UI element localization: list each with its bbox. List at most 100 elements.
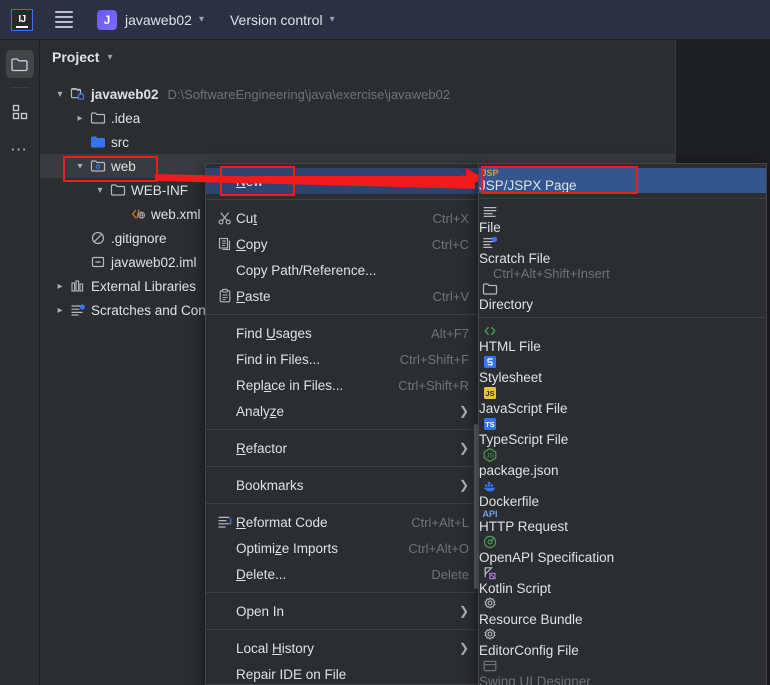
typescript-file-icon: TS <box>484 418 496 430</box>
left-tool-rail: ⋯ <box>0 40 40 685</box>
html-file-icon <box>484 326 496 336</box>
menu-item-scratch-file[interactable]: Scratch File Ctrl+Alt+Shift+Insert <box>479 235 766 281</box>
menu-item-copy-path-reference[interactable]: Copy Path/Reference... <box>206 257 479 283</box>
menu-item-package-json[interactable]: JS package.json <box>479 447 766 478</box>
chevron-down-icon[interactable] <box>52 89 68 100</box>
menu-item-new[interactable]: New ❯ <box>206 168 479 194</box>
menu-item-stylesheet[interactable]: Stylesheet <box>479 354 766 385</box>
openapi-icon <box>483 535 497 549</box>
chevron-right-icon: ❯ <box>458 174 469 188</box>
chevron-right-icon[interactable] <box>52 305 68 316</box>
chevron-down-icon[interactable] <box>72 161 88 172</box>
menu-separator <box>206 592 479 593</box>
cut-icon <box>214 210 236 226</box>
menu-item-shortcut: Ctrl+Shift+R <box>398 377 469 393</box>
version-control-menu[interactable]: Version control ▾ <box>230 12 335 28</box>
menu-item-kotlin-script[interactable]: Kotlin Script <box>479 565 766 596</box>
rail-divider <box>9 87 30 88</box>
module-folder-icon <box>70 88 85 100</box>
menu-item-editorconfig-file[interactable]: EditorConfig File <box>479 627 766 658</box>
menu-item-resource-bundle[interactable]: Resource Bundle <box>479 596 766 627</box>
source-folder-icon <box>91 136 105 148</box>
directory-icon <box>482 283 498 295</box>
sidebar-item-more[interactable]: ⋯ <box>6 136 34 164</box>
xml-file-icon <box>132 209 146 219</box>
menu-item-file[interactable]: File <box>479 204 766 235</box>
project-panel-header[interactable]: Project ▾ <box>40 40 675 74</box>
swing-ui-icon <box>479 658 501 674</box>
menu-item-swing-ui-designer: Swing UI Designer❯ <box>479 658 766 685</box>
package-json-icon: JS <box>483 447 497 463</box>
resource-bundle-icon <box>479 596 501 612</box>
tree-row-label: External Libraries <box>91 278 197 294</box>
tree-row-src[interactable]: src <box>40 130 675 154</box>
folder-icon <box>110 184 126 196</box>
menu-item-label: New <box>236 173 264 189</box>
jsp-file-icon: JSP <box>479 168 501 178</box>
menu-item-reformat-code[interactable]: Reformat Code Ctrl+Alt+L <box>206 509 479 535</box>
kotlin-script-icon <box>484 567 496 580</box>
menu-item-typescript-file[interactable]: TS TypeScript File <box>479 416 766 447</box>
menu-item-javascript-file[interactable]: JS JavaScript File <box>479 385 766 416</box>
structure-squares-icon <box>12 104 27 120</box>
hamburger-menu-icon[interactable] <box>55 8 73 31</box>
menu-item-paste[interactable]: Paste Ctrl+V <box>206 283 479 309</box>
intellij-idea-window: IJ J javaweb02 ▾ Version control ▾ ⋯ Pro… <box>0 0 770 685</box>
menu-item-open-in[interactable]: Open In ❯ <box>206 598 479 624</box>
menu-item-html-file[interactable]: HTML File <box>479 323 766 354</box>
menu-item-openapi-specification[interactable]: OpenAPI Specification <box>479 534 766 565</box>
menu-separator <box>479 198 766 199</box>
tree-row--idea[interactable]: .idea <box>40 106 675 130</box>
menu-item-shortcut: Ctrl+V <box>432 288 469 304</box>
menu-item-label: TypeScript File <box>479 432 569 447</box>
menu-item-label: Dockerfile <box>479 494 540 509</box>
sidebar-item-structure[interactable] <box>6 98 34 126</box>
menu-item-directory[interactable]: Directory <box>479 281 766 312</box>
menu-item-replace-in-files[interactable]: Replace in Files... Ctrl+Shift+R <box>206 372 479 398</box>
menu-item-dockerfile[interactable]: Dockerfile <box>479 478 766 509</box>
tree-row-javaweb02[interactable]: javaweb02 D:\SoftwareEngineering\java\exe… <box>40 82 675 106</box>
menu-item-find-usages[interactable]: Find Usages Alt+F7 <box>206 320 479 346</box>
tree-row-label: src <box>111 134 129 150</box>
openapi-icon <box>479 534 501 550</box>
copy-icon <box>214 236 236 252</box>
menu-item-copy[interactable]: Copy Ctrl+C <box>206 231 479 257</box>
menu-item-label: Open In <box>236 603 285 619</box>
intellij-idea-logo-icon[interactable]: IJ <box>11 8 33 31</box>
menu-separator <box>206 199 479 200</box>
menu-item-analyze[interactable]: Analyze ❯ <box>206 398 479 424</box>
page-title: Project <box>52 49 100 65</box>
menu-item-delete[interactable]: Delete... Delete <box>206 561 479 587</box>
version-control-label: Version control <box>229 11 323 28</box>
http-request-icon: API <box>479 509 501 519</box>
chevron-right-icon[interactable] <box>52 281 68 292</box>
folder-icon <box>108 182 128 198</box>
menu-item-bookmarks[interactable]: Bookmarks ❯ <box>206 472 479 498</box>
menu-item-optimize-imports[interactable]: Optimize Imports Ctrl+Alt+O <box>206 535 479 561</box>
menu-item-label: Delete... <box>236 566 287 582</box>
menu-item-repair-ide-on-file[interactable]: Repair IDE on File <box>206 661 479 684</box>
menu-item-shortcut: Alt+F7 <box>431 325 469 341</box>
menu-item-http-request[interactable]: API HTTP Request <box>479 509 766 534</box>
menu-separator <box>206 629 479 630</box>
menu-item-refactor[interactable]: Refactor ❯ <box>206 435 479 461</box>
menu-item-cut[interactable]: Cut Ctrl+X <box>206 205 479 231</box>
menu-separator <box>206 314 479 315</box>
chevron-down-icon[interactable]: ▾ <box>107 52 112 63</box>
sidebar-item-project[interactable] <box>5 50 34 78</box>
menu-item-local-history[interactable]: Local History ❯ <box>206 635 479 661</box>
menu-item-label: Replace in Files... <box>236 377 344 393</box>
project-selector[interactable]: J javaweb02 ▾ <box>97 9 204 30</box>
menu-item-find-in-files[interactable]: Find in Files... Ctrl+Shift+F <box>206 346 479 372</box>
typescript-file-icon: TS <box>479 416 501 432</box>
menu-item-label: Resource Bundle <box>479 612 583 627</box>
kotlin-script-icon <box>479 565 501 581</box>
chevron-down-icon[interactable] <box>92 185 108 196</box>
tree-row-label: javaweb02 <box>91 86 159 102</box>
svg-text:JS: JS <box>486 453 494 460</box>
javascript-file-icon: JS <box>484 387 496 399</box>
menu-item-jsp-jspx-page[interactable]: JSP JSP/JSPX Page <box>479 168 766 193</box>
menu-separator <box>206 429 479 430</box>
menu-item-label: Copy <box>236 236 268 252</box>
chevron-right-icon[interactable] <box>72 113 88 124</box>
